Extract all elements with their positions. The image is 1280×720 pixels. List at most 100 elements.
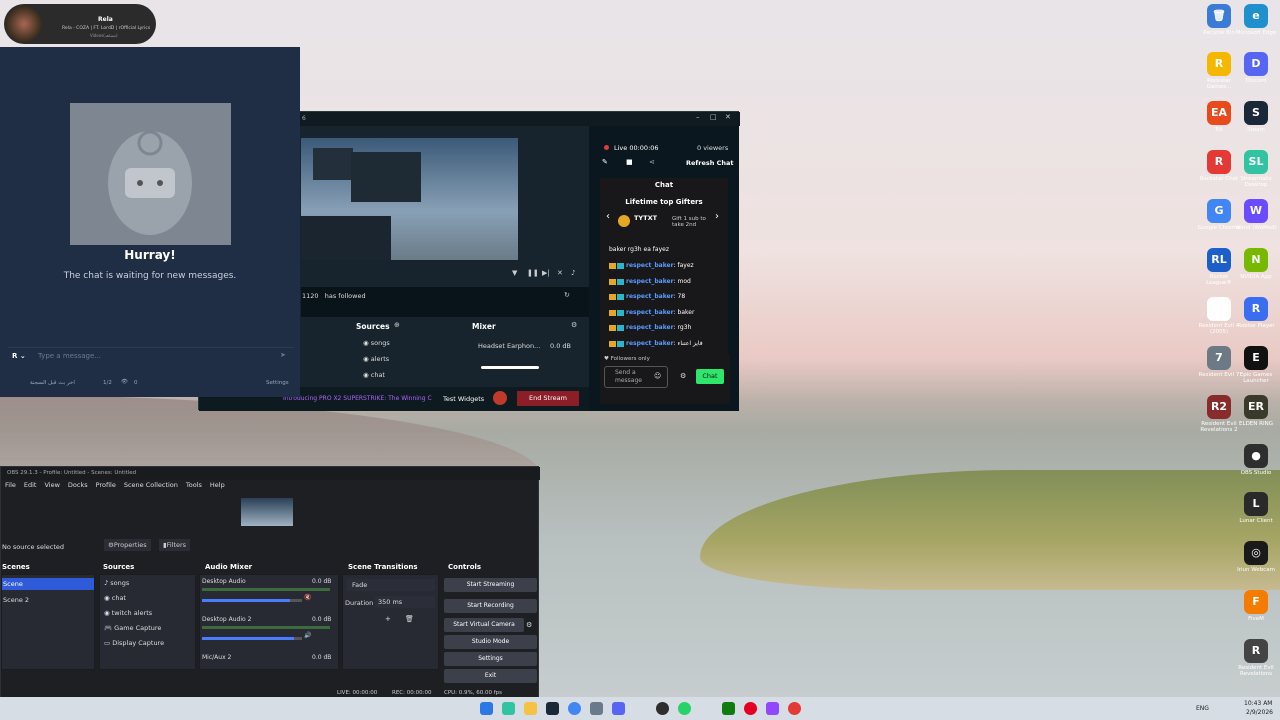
settings-button[interactable]: Settings — [444, 652, 537, 666]
menu-item[interactable]: File — [5, 481, 16, 489]
language-indicator[interactable]: ENG — [1196, 705, 1209, 712]
chevron-left-icon[interactable]: ‹ — [606, 211, 610, 222]
explorer-icon[interactable] — [524, 702, 537, 715]
source-item[interactable]: ♪ songs — [104, 579, 129, 587]
mute-icon[interactable]: 🔇 — [304, 594, 311, 601]
settings-taskbar-icon[interactable] — [590, 702, 603, 715]
whatsapp-icon[interactable] — [678, 702, 691, 715]
mute-icon[interactable]: ✕ — [557, 269, 563, 277]
add-source-icon[interactable]: ⊕ — [394, 321, 400, 329]
start-icon[interactable] — [480, 702, 493, 715]
emote-icon[interactable]: ☺ — [654, 372, 661, 380]
scene-item[interactable]: Scene 2 — [3, 596, 29, 604]
refresh-chat-button[interactable]: Refresh Chat — [686, 159, 734, 167]
menu-item[interactable]: Scene Collection — [124, 481, 178, 489]
desktop-shortcut[interactable]: E Epic Games Launcher — [1234, 346, 1278, 384]
desktop-shortcut[interactable]: R Roblox Player — [1234, 297, 1278, 329]
volume-slider[interactable] — [481, 366, 539, 369]
desktop-shortcut[interactable]: SL Streamlabs Desktop — [1234, 150, 1278, 188]
audio-mixer-dock: Desktop Audio 0.0 dB 🔇 Desktop Audio 2 0… — [199, 574, 339, 670]
menu-item[interactable]: View — [44, 481, 59, 489]
desktop-shortcut[interactable]: D Discord — [1234, 52, 1278, 84]
clock-time[interactable]: 10:43 AM — [1244, 700, 1272, 707]
minimize-icon[interactable]: – — [696, 113, 700, 121]
desktop-shortcut[interactable]: R Resident Evil Revelations — [1234, 639, 1278, 677]
volume-track[interactable] — [202, 599, 302, 602]
desktop-shortcut[interactable]: ◎ Iriun Webcam — [1234, 541, 1278, 573]
menu-item[interactable]: Docks — [68, 481, 88, 489]
menu-item[interactable]: Help — [210, 481, 225, 489]
start-virtual-camera-button[interactable]: Start Virtual Camera — [444, 618, 524, 632]
source-item[interactable]: ◉ chat — [104, 594, 126, 602]
exit-button[interactable]: Exit — [444, 669, 537, 683]
menu-item[interactable]: Edit — [24, 481, 37, 489]
app-icon: e — [1244, 4, 1268, 28]
list-item[interactable]: ◉ songs — [363, 339, 390, 347]
media-player-popup[interactable]: Rela Rela - COZA | FT. LordD | rOfficial… — [4, 4, 156, 44]
camera-icon[interactable]: ■ — [626, 158, 633, 166]
xbox-icon[interactable] — [722, 702, 735, 715]
chat-line: respect_baker: 78 — [609, 293, 685, 300]
volume-icon[interactable]: 🔊 — [304, 632, 311, 639]
desktop-shortcut[interactable]: L Lunar Client — [1234, 492, 1278, 524]
chat-send-button[interactable]: Chat — [696, 369, 724, 384]
start-streaming-button[interactable]: Start Streaming — [444, 578, 537, 592]
send-icon[interactable]: ➤ — [280, 351, 286, 359]
menu-item[interactable]: Profile — [96, 481, 116, 489]
desktop-shortcut[interactable]: e Microsoft Edge — [1234, 4, 1278, 36]
skip-icon[interactable]: ▶| — [542, 269, 550, 277]
desktop-shortcut[interactable]: W Wand (WeMod) — [1234, 199, 1278, 231]
desktop-shortcut[interactable]: S Steam — [1234, 101, 1278, 133]
test-widgets-button[interactable]: Test Widgets — [443, 395, 484, 403]
refresh-icon[interactable]: ↻ — [564, 291, 570, 299]
desktop-shortcut[interactable]: ER ELDEN RING — [1234, 395, 1278, 427]
desktop-shortcut[interactable]: N NVIDIA App — [1234, 248, 1278, 280]
desktop-shortcut[interactable]: F FiveM — [1234, 590, 1278, 622]
desktop-shortcut[interactable]: ● OBS Studio — [1234, 444, 1278, 476]
volume-track[interactable] — [202, 637, 302, 640]
duration-input[interactable]: 350 ms — [375, 596, 435, 608]
album-art — [6, 6, 42, 42]
scene-item[interactable]: Scene — [2, 578, 94, 590]
share-icon[interactable]: ⋖ — [649, 158, 655, 166]
remove-transition-icon[interactable]: 🗑 — [405, 615, 414, 623]
add-transition-icon[interactable]: + — [385, 615, 391, 623]
edit-icon[interactable]: ✎ — [602, 158, 608, 166]
obs-taskbar-icon[interactable] — [656, 702, 669, 715]
list-item[interactable]: ◉ chat — [363, 371, 385, 379]
start-recording-button[interactable]: Start Recording — [444, 599, 537, 613]
status-rec: REC: 00:00:00 — [392, 690, 432, 696]
close-icon[interactable]: ✕ — [725, 113, 731, 121]
maximize-icon[interactable]: □ — [710, 113, 717, 121]
sources-list: ◉ songs ◉ alerts ◉ chat — [359, 337, 461, 385]
source-item[interactable]: ◉ twitch alerts — [104, 609, 152, 617]
record-icon[interactable] — [493, 391, 507, 405]
chevron-right-icon[interactable]: › — [715, 211, 719, 222]
chat-settings-icon[interactable]: ⚙ — [680, 372, 686, 380]
transition-select[interactable]: Fade — [347, 579, 435, 591]
filter-icon[interactable]: ▼ — [512, 269, 517, 277]
properties-button[interactable]: ⚙Properties — [104, 539, 151, 551]
discord-icon[interactable] — [612, 702, 625, 715]
end-stream-button[interactable]: End Stream — [517, 391, 579, 406]
chat-panel-input[interactable]: R ⌄ Type a message... ➤ — [8, 347, 294, 365]
steam-icon[interactable] — [546, 702, 559, 715]
source-item[interactable]: 🎮 Game Capture — [104, 624, 161, 632]
streamlabs-taskbar-icon[interactable] — [502, 702, 515, 715]
pinterest-icon[interactable] — [744, 702, 757, 715]
filters-button[interactable]: ▮Filters — [159, 539, 191, 551]
studio-mode-button[interactable]: Studio Mode — [444, 635, 537, 649]
mixer-settings-icon[interactable]: ⚙ — [571, 321, 577, 329]
twitch-icon[interactable] — [766, 702, 779, 715]
list-item[interactable]: ◉ alerts — [363, 355, 389, 363]
menu-item[interactable]: Tools — [186, 481, 202, 489]
source-item[interactable]: ▭ Display Capture — [104, 639, 164, 647]
virtual-camera-settings-icon[interactable]: ⚙ — [526, 621, 532, 629]
platform-icon[interactable]: R ⌄ — [12, 352, 26, 360]
record-taskbar-icon[interactable] — [788, 702, 801, 715]
settings-link[interactable]: Settings — [266, 380, 289, 386]
pause-icon[interactable]: ❚❚ — [527, 269, 539, 277]
clock-date[interactable]: 2/9/2026 — [1246, 709, 1273, 716]
volume-icon[interactable]: ♪ — [571, 269, 575, 277]
chrome-icon[interactable] — [568, 702, 581, 715]
